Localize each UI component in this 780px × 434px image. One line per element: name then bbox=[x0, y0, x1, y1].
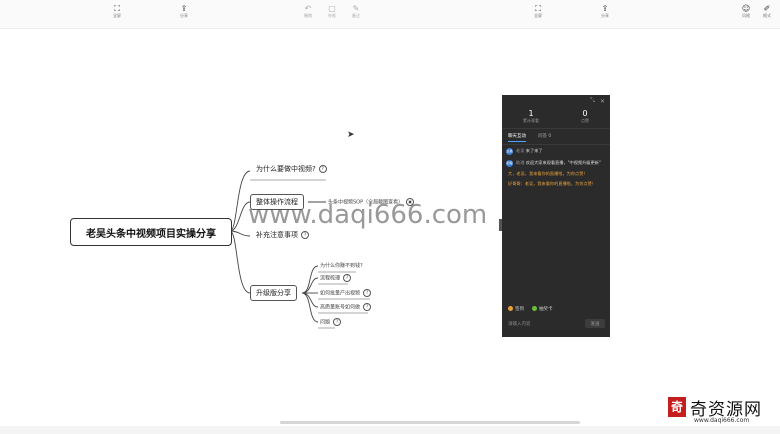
live-chat-panel: ⤡ ✕ 1 累计观看 0 点赞 聊天互动 问答 0 主播 老吴 来了来了 助理 … bbox=[499, 95, 610, 337]
brand-logo: 奇 奇资源网 www.daqi666.com bbox=[668, 395, 778, 433]
branch-why[interactable]: 为什么要做中视频?? bbox=[256, 164, 327, 174]
chat-actions: 签到 抽奖卡 bbox=[508, 306, 553, 312]
tab-qa[interactable]: 问答 0 bbox=[538, 133, 551, 142]
watermark-text: www.daqi666.com bbox=[248, 200, 488, 230]
checkin-icon bbox=[508, 306, 513, 311]
question-icon: ? bbox=[301, 231, 309, 239]
horizontal-scrollbar[interactable] bbox=[280, 421, 580, 424]
system-note: 好哥哥：老吴，我来看你的直播啦，为你点赞！ bbox=[508, 181, 596, 186]
bottom-bar bbox=[0, 426, 780, 434]
checkin-button[interactable]: 签到 bbox=[508, 306, 524, 312]
chat-input[interactable]: 请输入内容 bbox=[508, 321, 531, 327]
close-icon[interactable]: ✕ bbox=[600, 98, 605, 105]
question-icon: ? bbox=[333, 318, 342, 326]
stat-views: 1 累计观看 bbox=[523, 109, 539, 123]
panel-drag-handle[interactable] bbox=[499, 219, 502, 231]
branch-notes[interactable]: 补充注意事项? bbox=[256, 230, 309, 240]
leaf-flow[interactable]: 流程梳理? bbox=[320, 274, 352, 282]
brand-url: www.daqi666.com bbox=[694, 417, 750, 424]
brand-seal-icon: 奇 bbox=[668, 397, 686, 417]
send-button[interactable]: 发送 bbox=[585, 319, 605, 328]
chat-stats: 1 累计观看 0 点赞 bbox=[502, 107, 610, 129]
question-icon: ? bbox=[343, 274, 352, 282]
leaf-questions[interactable]: 问题? bbox=[320, 318, 342, 326]
mouse-cursor-icon: ➤ bbox=[347, 130, 355, 140]
chat-message: 助理 助理 欢迎大家来观看直播，"中视频升级更新" bbox=[506, 160, 601, 167]
chat-message: 主播 老吴 来了来了 bbox=[506, 148, 543, 155]
leaf-why-no-money[interactable]: 为什么你赚不到钱? bbox=[320, 262, 363, 269]
mindmap-root-node[interactable]: 老吴头条中视频项目实操分享 bbox=[70, 218, 232, 246]
tab-chat[interactable]: 聊天互动 bbox=[508, 133, 526, 142]
chat-tabs: 聊天互动 问答 0 bbox=[502, 129, 610, 145]
lottery-icon bbox=[532, 306, 537, 311]
leaf-quality[interactable]: 高质量账号如何做? bbox=[320, 303, 372, 311]
avatar: 主播 bbox=[506, 148, 513, 155]
question-icon: ? bbox=[363, 289, 372, 297]
system-note: 大，老吴，我来看你的直播啦，为你点赞！ bbox=[508, 171, 588, 176]
lottery-button[interactable]: 抽奖卡 bbox=[532, 306, 553, 312]
leaf-batch[interactable]: 如何批量产出视频? bbox=[320, 289, 372, 297]
minimize-icon[interactable]: ⤡ bbox=[590, 97, 595, 105]
question-icon: ? bbox=[318, 165, 327, 173]
branch-upgrade[interactable]: 升级版分享 bbox=[250, 285, 297, 301]
question-icon: ? bbox=[363, 303, 372, 311]
avatar: 助理 bbox=[506, 160, 513, 167]
stat-likes: 0 点赞 bbox=[581, 109, 589, 123]
